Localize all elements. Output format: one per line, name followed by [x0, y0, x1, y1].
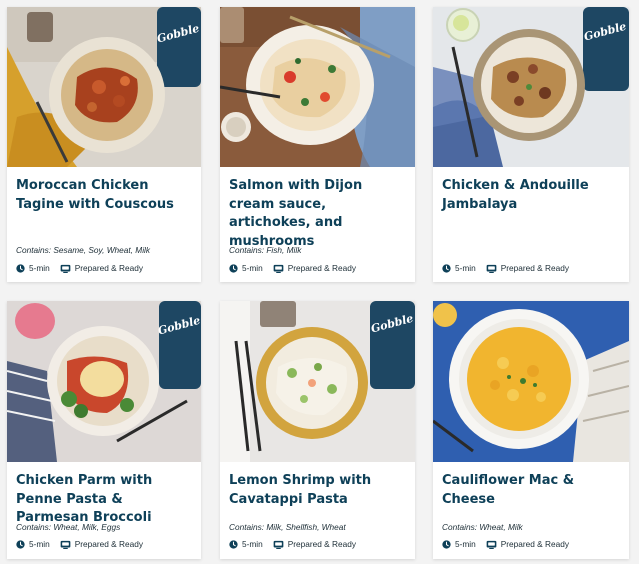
prep-status-label: Prepared & Ready	[74, 539, 144, 549]
meal-box-icon	[486, 264, 497, 273]
prep-status: Prepared & Ready	[60, 539, 143, 549]
prep-time: 5-min	[16, 263, 50, 273]
prep-time: 5-min	[229, 263, 263, 273]
clock-icon	[442, 539, 451, 549]
prep-time: 5-min	[442, 263, 476, 273]
allergen-info: Contains: Wheat, Milk	[442, 522, 523, 532]
meal-title[interactable]: Cauliflower Mac & Cheese	[442, 472, 621, 509]
prep-status: Prepared & Ready	[60, 263, 143, 273]
meal-photo-image: Gobble	[7, 7, 201, 167]
prep-status: Prepared & Ready	[486, 263, 569, 273]
meal-box-icon	[60, 264, 71, 273]
meal-grid: Gobble Moroccan Chicken Tagine with Cous…	[0, 0, 639, 564]
meal-photo-image: Gobble	[220, 301, 415, 462]
prep-status-label: Prepared & Ready	[500, 539, 570, 549]
meal-meta: 5-min Prepared & Ready	[229, 262, 409, 274]
allergen-info: Contains: Sesame, Soy, Wheat, Milk	[16, 245, 151, 255]
meal-card[interactable]: Gobble Moroccan Chicken Tagine with Cous…	[7, 7, 201, 282]
prep-time-label: 5-min	[29, 263, 50, 273]
meal-box-icon	[486, 540, 497, 549]
prep-time-label: 5-min	[242, 263, 263, 273]
clock-icon	[229, 263, 238, 273]
allergen-info: Contains: Wheat, Milk, Eggs	[16, 522, 121, 532]
clock-icon	[16, 263, 25, 273]
meal-photo-image: Gobble	[433, 7, 629, 167]
meal-photo[interactable]	[220, 7, 415, 167]
meal-photo[interactable]: Gobble	[7, 7, 201, 167]
meal-card[interactable]: Salmon with Dijon cream sauce, artichoke…	[220, 7, 415, 282]
clock-icon	[16, 539, 25, 549]
prep-time-label: 5-min	[455, 263, 476, 273]
prep-status: Prepared & Ready	[486, 539, 569, 549]
meal-card[interactable]: Cauliflower Mac & Cheese Contains: Wheat…	[433, 301, 629, 559]
meal-box-icon	[60, 540, 71, 549]
prep-time-label: 5-min	[455, 539, 476, 549]
meal-card[interactable]: Gobble Chicken Parm with Penne Pasta & P…	[7, 301, 201, 559]
meal-photo-image: Gobble	[7, 301, 201, 462]
meal-title[interactable]: Salmon with Dijon cream sauce, artichoke…	[229, 177, 407, 251]
prep-status: Prepared & Ready	[273, 539, 356, 549]
meal-meta: 5-min Prepared & Ready	[16, 538, 195, 550]
meal-title[interactable]: Chicken & Andouille Jambalaya	[442, 177, 621, 214]
prep-status-label: Prepared & Ready	[287, 263, 357, 273]
prep-status-label: Prepared & Ready	[500, 263, 570, 273]
prep-status: Prepared & Ready	[273, 263, 356, 273]
meal-photo-image	[220, 7, 415, 167]
meal-photo[interactable]: Gobble	[220, 301, 415, 462]
meal-meta: 5-min Prepared & Ready	[442, 538, 623, 550]
meal-meta: 5-min Prepared & Ready	[16, 262, 195, 274]
meal-card[interactable]: Gobble Chicken & Andouille Jambalaya 5-m…	[433, 7, 629, 282]
clock-icon	[229, 539, 238, 549]
meal-box-icon	[273, 540, 284, 549]
meal-photo-image	[433, 301, 629, 462]
meal-card[interactable]: Gobble Lemon Shrimp with Cavatappi Pasta…	[220, 301, 415, 559]
meal-title[interactable]: Chicken Parm with Penne Pasta & Parmesan…	[16, 472, 193, 528]
meal-title[interactable]: Moroccan Chicken Tagine with Couscous	[16, 177, 193, 214]
meal-photo[interactable]	[433, 301, 629, 462]
prep-status-label: Prepared & Ready	[287, 539, 357, 549]
meal-photo[interactable]: Gobble	[433, 7, 629, 167]
prep-time-label: 5-min	[242, 539, 263, 549]
meal-meta: 5-min Prepared & Ready	[442, 262, 623, 274]
prep-status-label: Prepared & Ready	[74, 263, 144, 273]
allergen-info: Contains: Milk, Shellfish, Wheat	[229, 522, 346, 532]
prep-time: 5-min	[229, 539, 263, 549]
allergen-info: Contains: Fish, Milk	[229, 245, 302, 255]
meal-box-icon	[273, 264, 284, 273]
meal-photo[interactable]: Gobble	[7, 301, 201, 462]
prep-time: 5-min	[442, 539, 476, 549]
meal-title[interactable]: Lemon Shrimp with Cavatappi Pasta	[229, 472, 407, 509]
prep-time-label: 5-min	[29, 539, 50, 549]
clock-icon	[442, 263, 451, 273]
meal-meta: 5-min Prepared & Ready	[229, 538, 409, 550]
prep-time: 5-min	[16, 539, 50, 549]
